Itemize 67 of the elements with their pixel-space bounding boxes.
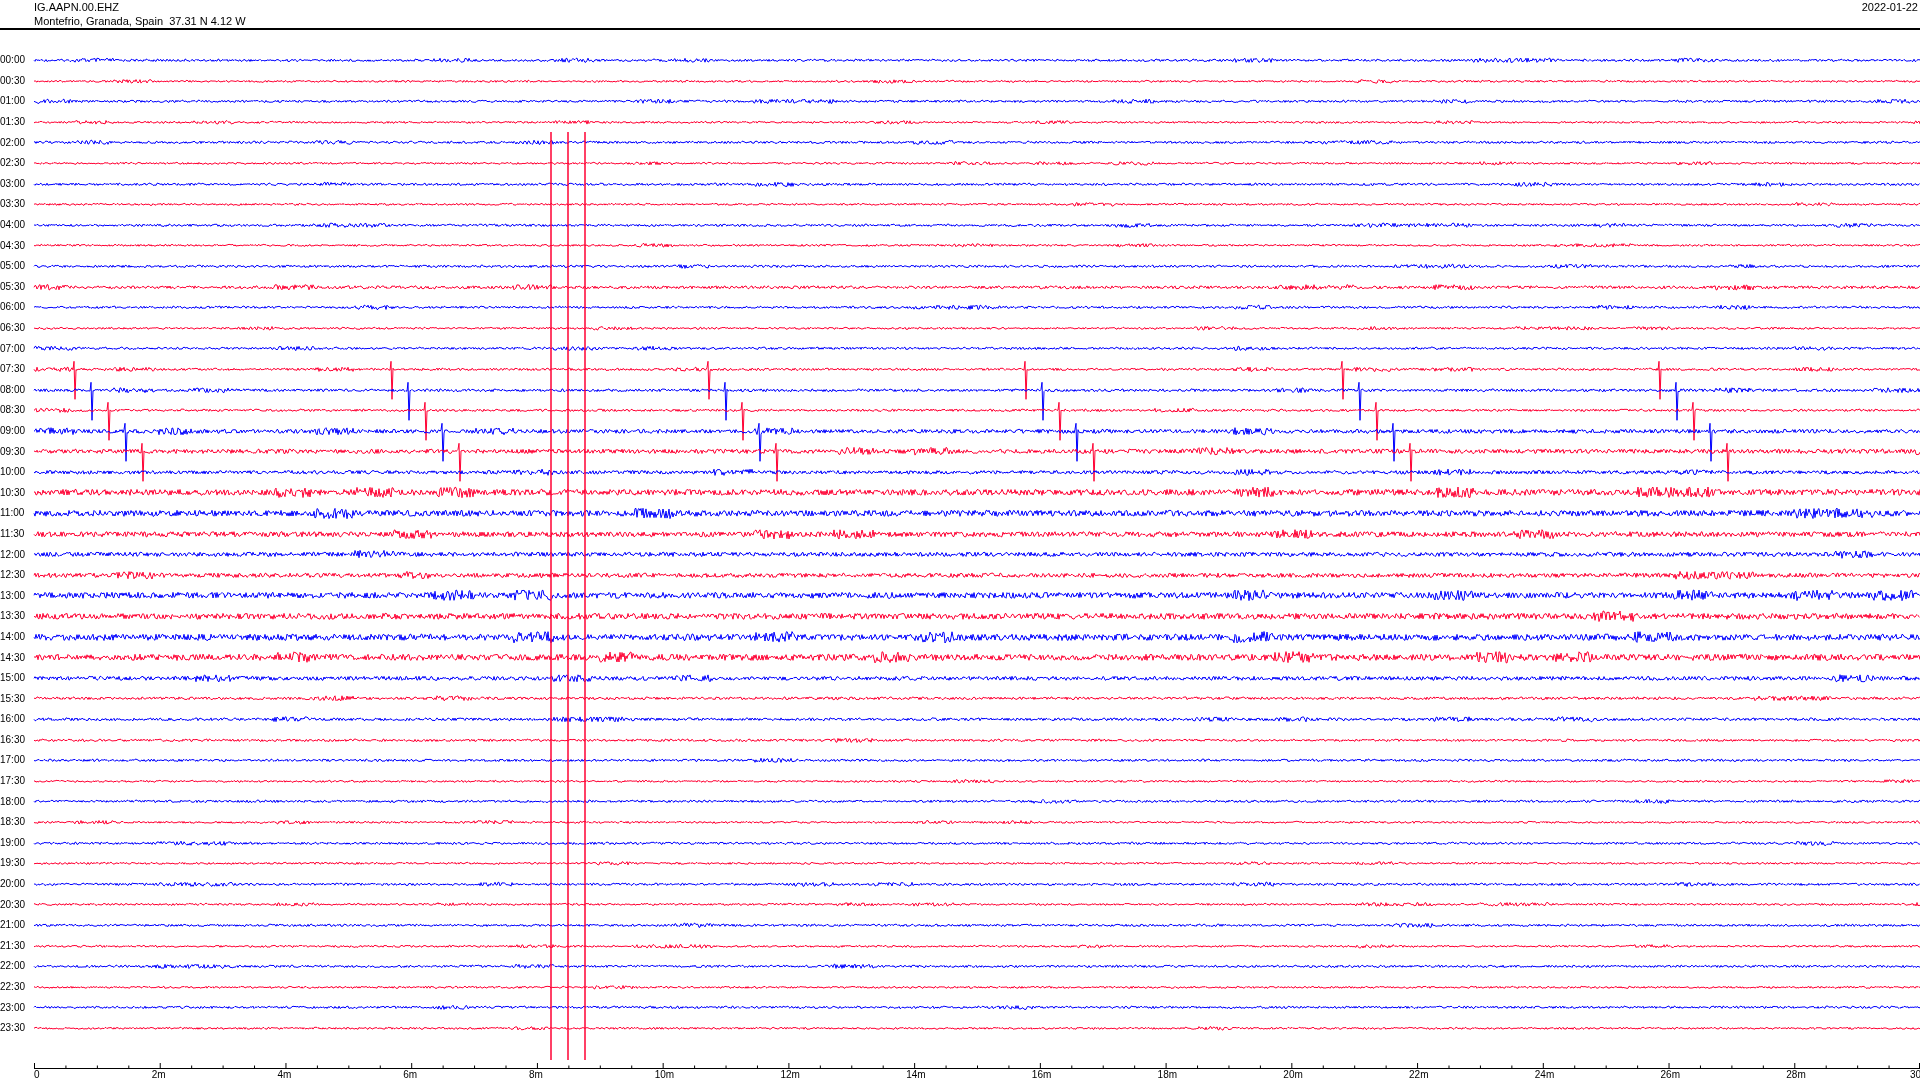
station-location: Montefrio, Granada, Spain 37.31 N 4.12 W	[34, 14, 246, 28]
time-label: 17:30	[0, 775, 27, 788]
time-label: 13:30	[0, 610, 27, 623]
time-label: 03:30	[0, 198, 27, 211]
time-label: 12:00	[0, 548, 27, 561]
axis-label: 24m	[1534, 1069, 1555, 1080]
axis-label: 0	[34, 1069, 40, 1080]
axis-label: 8m	[528, 1069, 543, 1080]
time-label: 23:30	[0, 1022, 27, 1035]
time-label: 10:30	[0, 486, 27, 499]
time-label: 22:00	[0, 960, 27, 973]
axis-label: 10m	[654, 1069, 675, 1080]
time-label: 16:00	[0, 713, 27, 726]
time-label: 07:00	[0, 342, 27, 355]
axis-label: 2m	[151, 1069, 166, 1080]
axis-label: 12m	[780, 1069, 800, 1080]
time-label: 05:30	[0, 280, 27, 293]
time-label: 10:00	[0, 466, 27, 479]
time-label: 18:30	[0, 816, 27, 829]
axis-label: 28m	[1786, 1069, 1806, 1080]
station-code: IG.AAPN.00.EHZ	[34, 0, 120, 14]
time-label: 06:00	[0, 301, 27, 314]
time-label: 09:30	[0, 445, 27, 458]
axis-label: 20m	[1283, 1069, 1303, 1080]
time-label: 18:00	[0, 795, 27, 808]
time-label: 06:30	[0, 322, 27, 334]
axis-label: 30	[1910, 1069, 1920, 1080]
time-label: 03:00	[0, 177, 27, 190]
time-label: 19:30	[0, 857, 27, 870]
time-label: 22:30	[0, 981, 27, 993]
time-label: 21:30	[0, 939, 27, 952]
plot-date: 2022-01-22	[1861, 0, 1918, 14]
time-label: 14:30	[0, 651, 27, 664]
time-label: 21:00	[0, 919, 27, 932]
time-label: 00:30	[0, 74, 27, 87]
time-label: 12:30	[0, 569, 27, 582]
axis-label: 16m	[1031, 1069, 1052, 1080]
axis-label: 14m	[906, 1069, 926, 1080]
time-label: 01:30	[0, 116, 27, 129]
time-label: 08:00	[0, 383, 27, 396]
time-label: 11:00	[0, 507, 26, 520]
time-label: 14:00	[0, 630, 27, 643]
time-label: 05:00	[0, 260, 27, 273]
time-label: 07:30	[0, 363, 27, 376]
time-label: 00:00	[0, 54, 27, 67]
time-label: 20:30	[0, 898, 27, 911]
time-label: 20:00	[0, 878, 27, 891]
axis-label: 18m	[1157, 1069, 1178, 1080]
time-label: 02:00	[0, 136, 27, 149]
time-label: 01:00	[0, 95, 27, 108]
time-label: 15:00	[0, 672, 27, 685]
axis-label: 6m	[403, 1069, 418, 1080]
axis-label: 22m	[1409, 1069, 1429, 1080]
time-label: 09:00	[0, 425, 27, 437]
time-label: 17:00	[0, 754, 27, 767]
time-label: 16:30	[0, 733, 27, 746]
time-label: 02:30	[0, 157, 27, 170]
time-label: 13:00	[0, 589, 27, 602]
time-label: 19:00	[0, 836, 27, 849]
time-label: 04:00	[0, 219, 27, 232]
time-label: 15:30	[0, 692, 27, 705]
axis-label: 4m	[277, 1069, 292, 1080]
time-label: 04:30	[0, 239, 27, 252]
time-label: 11:30	[0, 527, 26, 540]
time-label: 08:30	[0, 404, 27, 417]
axis-label: 26m	[1660, 1069, 1680, 1080]
time-label: 23:00	[0, 1001, 27, 1014]
